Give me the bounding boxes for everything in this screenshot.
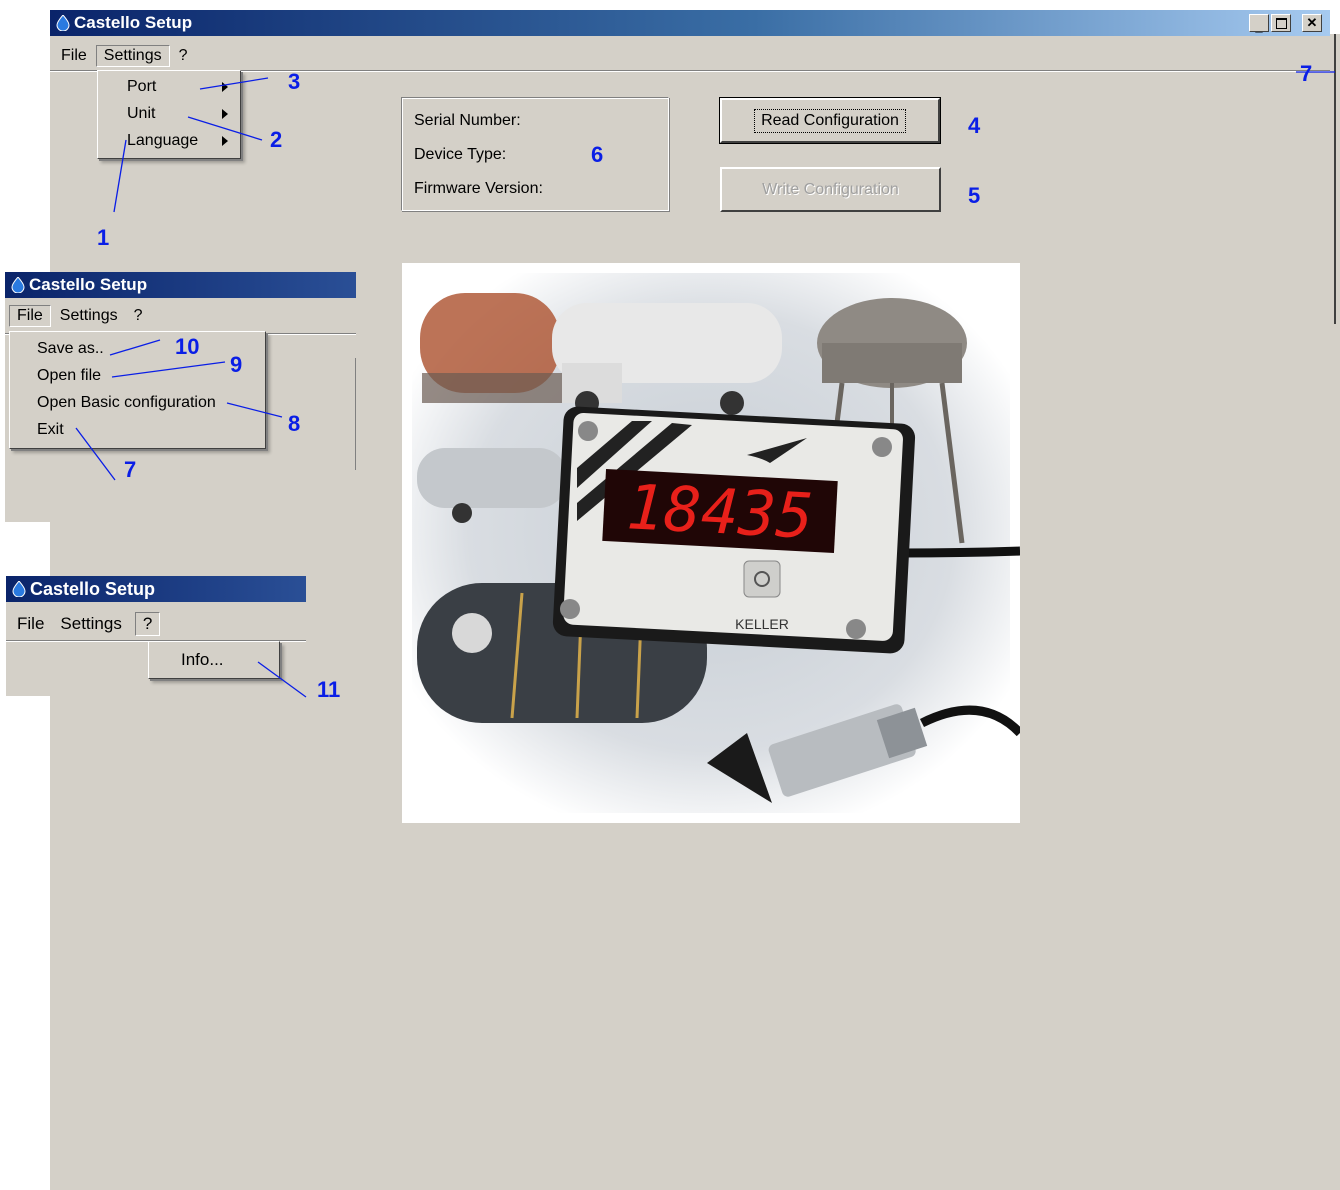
callout-leader-lines — [75, 71, 1335, 698]
